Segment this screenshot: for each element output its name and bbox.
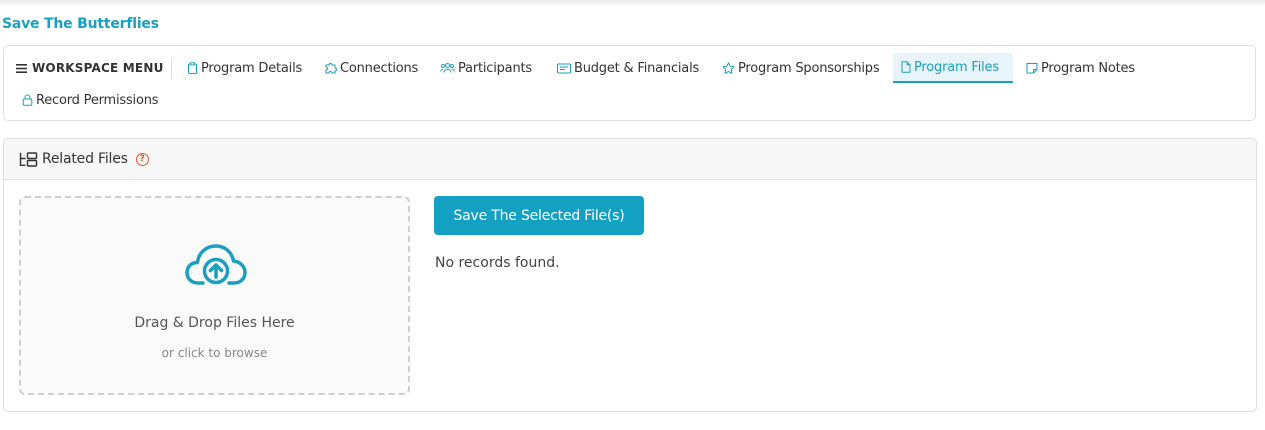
help-icon[interactable]: ? (135, 152, 149, 166)
hamburger-icon (16, 63, 27, 73)
panel-title: Related Files (42, 151, 128, 167)
tab-record-permissions[interactable]: Record Permissions (22, 85, 159, 115)
save-selected-files-button[interactable]: Save The Selected File(s) (434, 196, 644, 235)
tab-label: Program Notes (1041, 60, 1135, 76)
workspace-menu-bar: WORKSPACE MENU Program Details Connectio… (3, 45, 1256, 121)
tab-label: Program Details (201, 60, 303, 76)
empty-message: No records found. (435, 255, 560, 271)
lock-icon (22, 94, 33, 106)
tab-program-notes[interactable]: Program Notes (1026, 53, 1135, 83)
top-shadow (0, 0, 1265, 6)
star-icon (722, 62, 735, 74)
tab-program-files[interactable]: Program Files (893, 53, 1013, 83)
clipboard-icon (188, 62, 197, 74)
tab-connections[interactable]: Connections (324, 53, 418, 83)
program-title[interactable]: Save The Butterflies (2, 16, 159, 32)
tab-label: Participants (458, 60, 532, 76)
workspace-menu-toggle[interactable]: WORKSPACE MENU (16, 61, 164, 75)
card-icon (557, 63, 571, 73)
tab-label: Program Sponsorships (738, 60, 880, 76)
users-icon (440, 63, 455, 73)
folder-tree-icon (19, 151, 38, 167)
dropzone-subtitle: or click to browse (161, 346, 268, 360)
tab-label: Budget & Financials (574, 60, 700, 76)
note-icon (1026, 63, 1038, 74)
tab-budget-financials[interactable]: Budget & Financials (557, 53, 699, 83)
file-dropzone[interactable]: Drag & Drop Files Here or click to brows… (19, 196, 410, 395)
tab-participants[interactable]: Participants (440, 53, 532, 83)
tab-label: Record Permissions (36, 92, 159, 108)
tab-program-details[interactable]: Program Details (187, 53, 302, 83)
tab-program-sponsorships[interactable]: Program Sponsorships (722, 53, 880, 83)
dropzone-title: Drag & Drop Files Here (134, 315, 295, 331)
menu-divider (171, 58, 172, 80)
workspace-menu-label: WORKSPACE MENU (32, 61, 164, 75)
file-icon (901, 61, 911, 73)
puzzle-icon (325, 63, 337, 74)
tab-label: Connections (340, 60, 419, 76)
panel-header: Related Files ? (4, 139, 1256, 180)
related-files-panel: Related Files ? Drag & Drop Files Here o… (3, 138, 1257, 412)
tab-label: Program Files (914, 59, 999, 75)
cloud-upload-icon (185, 244, 247, 285)
